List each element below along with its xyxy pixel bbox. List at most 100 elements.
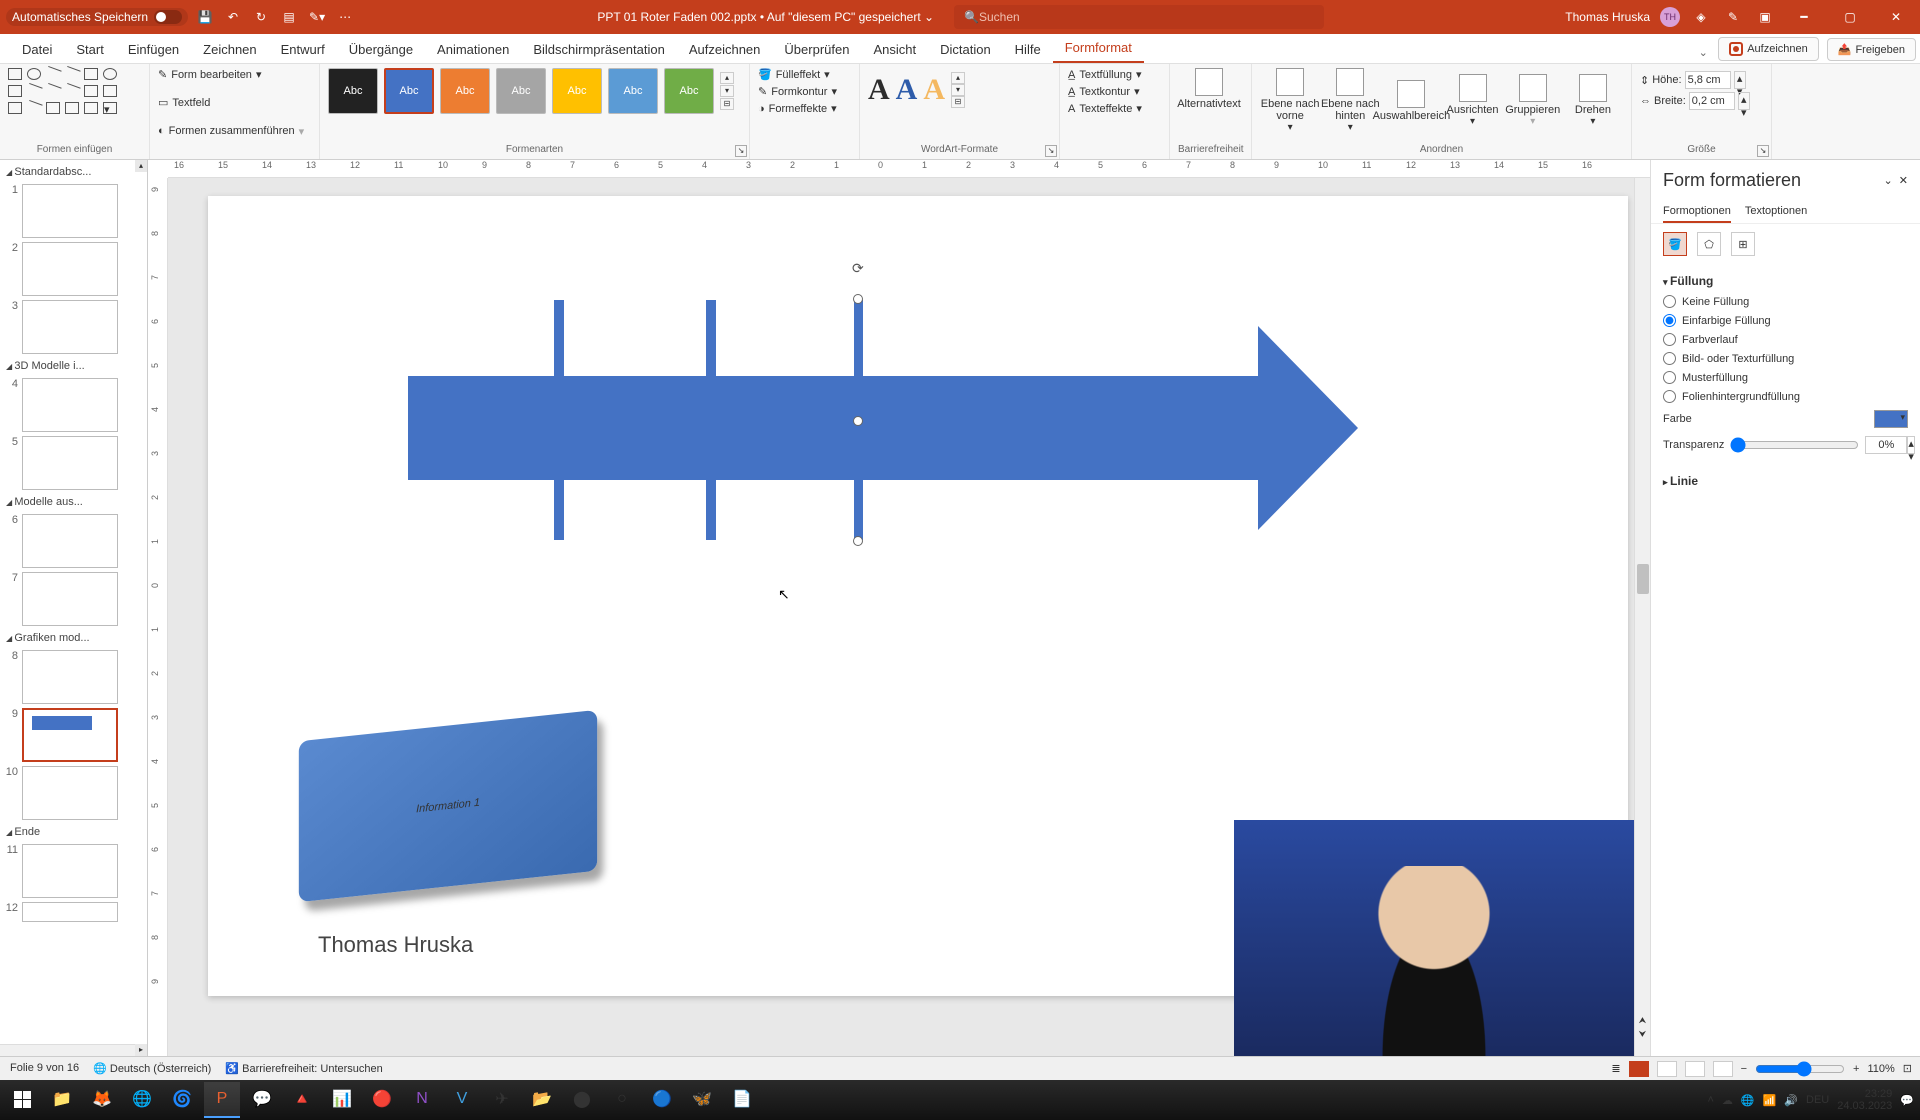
slide-area[interactable]: ↖ Information 1 Thomas Hruska	[168, 178, 1634, 1056]
edit-shape-button[interactable]: ✎Form bearbeiten ▾	[158, 68, 311, 81]
style-yellow[interactable]: Abc	[552, 68, 602, 114]
search-box[interactable]: 🔍	[954, 5, 1324, 29]
size-launcher[interactable]: ↘	[1757, 145, 1769, 157]
prev-slide-icon[interactable]: ⮝	[1635, 1015, 1650, 1026]
outline-button[interactable]: ✎Formkontur ▾	[758, 85, 851, 98]
transparency-input[interactable]	[1865, 436, 1907, 454]
info-3d-shape[interactable]: Information 1	[299, 710, 597, 902]
thumbnail-5[interactable]	[22, 436, 118, 490]
fill-color-picker[interactable]	[1874, 410, 1908, 428]
tick-line-2[interactable]	[706, 300, 716, 540]
section-standard[interactable]: Standardabsc...	[2, 164, 145, 180]
textoutline-button[interactable]: A̲Textkontur ▾	[1068, 85, 1161, 98]
thumbnail-10[interactable]	[22, 766, 118, 820]
obs-icon[interactable]: ⬤	[564, 1082, 600, 1118]
tab-start[interactable]: Start	[64, 36, 115, 63]
firefox-icon[interactable]: 🦊	[84, 1082, 120, 1118]
style-black[interactable]: Abc	[328, 68, 378, 114]
styles-more[interactable]: ⊟	[720, 98, 734, 110]
undo-icon[interactable]: ↶	[222, 6, 244, 28]
thumb-scroll-right[interactable]: ▸	[135, 1044, 147, 1056]
wordart-launcher[interactable]: ↘	[1045, 145, 1057, 157]
slideshow-view-button[interactable]	[1713, 1061, 1733, 1077]
redo-icon[interactable]: ↻	[250, 6, 272, 28]
tab-draw[interactable]: Zeichnen	[191, 36, 268, 63]
bring-front-button[interactable]: Ebene nach vorne ▾	[1260, 68, 1320, 133]
selected-line[interactable]	[854, 300, 863, 540]
tab-record[interactable]: Aufzeichnen	[677, 36, 773, 63]
app-icon-2[interactable]: 📊	[324, 1082, 360, 1118]
thumbnail-8[interactable]	[22, 650, 118, 704]
author-text[interactable]: Thomas Hruska	[318, 932, 473, 958]
height-spinner[interactable]: ▴▾	[1734, 71, 1746, 89]
arrow-shape[interactable]	[408, 376, 1258, 480]
clock[interactable]: 23:2924.03.2023	[1837, 1088, 1892, 1112]
send-back-button[interactable]: Ebene nach hinten ▾	[1320, 68, 1380, 133]
tab-view[interactable]: Ansicht	[861, 36, 928, 63]
slide-counter[interactable]: Folie 9 von 16	[10, 1062, 79, 1075]
app-icon-3[interactable]: 🔴	[364, 1082, 400, 1118]
app-icon-1[interactable]: 💬	[244, 1082, 280, 1118]
pane-tab-text[interactable]: Textoptionen	[1745, 201, 1807, 223]
radio-picture[interactable]: Bild- oder Texturfüllung	[1663, 349, 1908, 368]
pane-close-icon[interactable]: ✕	[1899, 175, 1908, 187]
zoom-out-button[interactable]: −	[1741, 1063, 1747, 1075]
close-button[interactable]: ✕	[1878, 6, 1914, 28]
user-avatar[interactable]: TH	[1660, 7, 1680, 27]
radio-pattern[interactable]: Musterfüllung	[1663, 368, 1908, 387]
tab-animations[interactable]: Animationen	[425, 36, 521, 63]
tab-dictation[interactable]: Dictation	[928, 36, 1003, 63]
thumbnail-2[interactable]	[22, 242, 118, 296]
start-button[interactable]	[4, 1082, 40, 1118]
textfill-button[interactable]: A̲Textfüllung ▾	[1068, 68, 1161, 81]
app-icon-6[interactable]: ○	[604, 1082, 640, 1118]
powerpoint-icon[interactable]: P	[204, 1082, 240, 1118]
radio-solid[interactable]: Einfarbige Füllung	[1663, 311, 1908, 330]
coming-soon-icon[interactable]: ◈	[1690, 6, 1712, 28]
section-ende[interactable]: Ende	[2, 824, 145, 840]
horizontal-ruler[interactable]: 1615141312111098765432101234567891011121…	[168, 160, 1650, 178]
thumbnail-9[interactable]	[22, 708, 118, 762]
wordart-2[interactable]: A	[896, 73, 918, 107]
tab-design[interactable]: Entwurf	[269, 36, 337, 63]
maximize-button[interactable]: ▢	[1832, 6, 1868, 28]
style-blue[interactable]: Abc	[384, 68, 434, 114]
zoom-slider[interactable]	[1755, 1061, 1845, 1077]
styles-up[interactable]: ▴	[720, 72, 734, 84]
save-icon[interactable]: 💾	[194, 6, 216, 28]
app-icon-8[interactable]: 🦋	[684, 1082, 720, 1118]
section-grafiken[interactable]: Grafiken mod...	[2, 630, 145, 646]
align-button[interactable]: Ausrichten ▾	[1442, 68, 1502, 133]
section-fill[interactable]: Füllung	[1663, 270, 1908, 292]
tick-line-1[interactable]	[554, 300, 564, 540]
section-models[interactable]: Modelle aus...	[2, 494, 145, 510]
transparency-spinner[interactable]: ▴▾	[1907, 436, 1915, 454]
style-blue2[interactable]: Abc	[608, 68, 658, 114]
wordart-styles[interactable]: A A A ▴▾⊟	[868, 68, 1051, 112]
autosave-toggle[interactable]: Automatisches Speichern	[6, 8, 188, 26]
height-input[interactable]	[1685, 71, 1731, 89]
eyedrop-icon[interactable]: ✎▾	[306, 6, 328, 28]
vscroll-thumb[interactable]	[1637, 564, 1649, 594]
notifications-icon[interactable]: 💬	[1900, 1094, 1914, 1107]
tab-slideshow[interactable]: Bildschirmpräsentation	[521, 36, 677, 63]
section-line[interactable]: Linie	[1663, 470, 1908, 492]
thumbnail-7[interactable]	[22, 572, 118, 626]
fit-window-button[interactable]: ⊡	[1903, 1062, 1912, 1075]
style-gray[interactable]: Abc	[496, 68, 546, 114]
styles-launcher[interactable]: ↘	[735, 145, 747, 157]
user-name[interactable]: Thomas Hruska	[1565, 10, 1650, 24]
system-tray[interactable]: ˄ ☁ 🌐 📶 🔊 DEU 23:2924.03.2023 💬	[1707, 1088, 1918, 1112]
alttext-button[interactable]: Alternativtext	[1178, 68, 1240, 110]
section-3dmodels[interactable]: 3D Modelle i...	[2, 358, 145, 374]
normal-view-button[interactable]	[1629, 1061, 1649, 1077]
thumb-hscroll[interactable]	[0, 1044, 135, 1056]
app-icon-9[interactable]: 📄	[724, 1082, 760, 1118]
reading-view-button[interactable]	[1685, 1061, 1705, 1077]
pane-fill-icon[interactable]: 🪣	[1663, 232, 1687, 256]
app-icon-4[interactable]: V	[444, 1082, 480, 1118]
fill-button[interactable]: 🪣Fülleffekt ▾	[758, 68, 851, 81]
tab-review[interactable]: Überprüfen	[772, 36, 861, 63]
explorer-icon[interactable]: 📁	[44, 1082, 80, 1118]
wordart-1[interactable]: A	[868, 73, 890, 107]
